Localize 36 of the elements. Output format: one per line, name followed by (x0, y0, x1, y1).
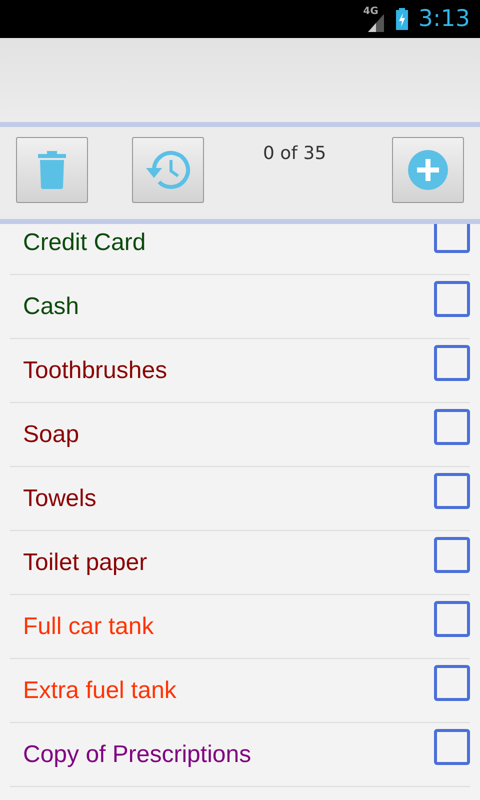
item-label: Copy of Prescriptions (22, 740, 252, 768)
list-item[interactable]: Cash (10, 275, 470, 339)
checkbox[interactable] (434, 280, 470, 316)
list-item[interactable]: Toothbrushes (10, 339, 470, 403)
item-label: Extra fuel tank (22, 676, 176, 704)
list-item[interactable]: Credit Card (10, 224, 470, 275)
item-label: Towels (22, 484, 96, 512)
checkbox[interactable] (434, 344, 470, 380)
clock-time: 3:13 (418, 6, 470, 32)
list-item[interactable]: Soap (10, 403, 470, 467)
list-item[interactable]: Towels (10, 467, 470, 531)
list-item[interactable]: Copy of Prescriptions (10, 723, 470, 787)
add-icon (408, 150, 448, 190)
trash-icon (38, 151, 66, 189)
item-label: Credit Card (22, 228, 146, 256)
item-label: Cash (22, 292, 80, 320)
item-label: Toilet paper (22, 548, 148, 576)
checkbox[interactable] (434, 408, 470, 444)
delete-button[interactable] (16, 137, 88, 203)
add-button[interactable] (392, 137, 464, 203)
list-item[interactable]: Toilet paper (10, 531, 470, 595)
network-label: 4G (363, 6, 378, 17)
item-label: Full car tank (22, 612, 154, 640)
signal-icon (368, 14, 384, 32)
history-button[interactable] (132, 137, 204, 203)
checkbox[interactable] (434, 472, 470, 508)
checkbox[interactable] (434, 224, 470, 252)
checkbox[interactable] (434, 664, 470, 700)
battery-icon (396, 8, 408, 30)
checkbox[interactable] (434, 536, 470, 572)
checkbox[interactable] (434, 728, 470, 764)
history-icon (144, 150, 192, 190)
item-label: Soap (22, 420, 80, 448)
item-label: Toothbrushes (22, 356, 168, 384)
item-counter: 0 of 35 (263, 143, 326, 164)
checkbox[interactable] (434, 600, 470, 636)
